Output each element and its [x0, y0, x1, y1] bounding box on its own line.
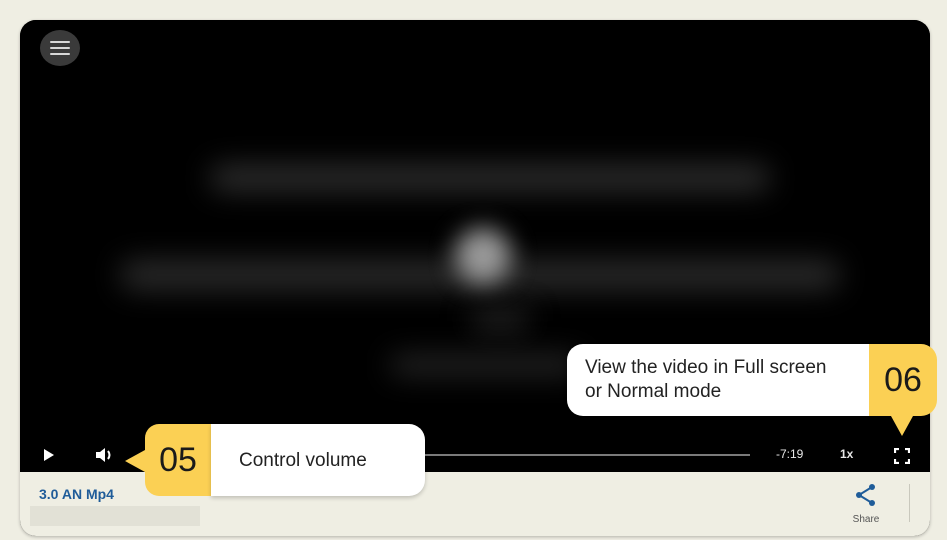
share-label: Share	[852, 514, 880, 525]
share-button[interactable]: Share	[846, 480, 886, 526]
callout-number: 05	[145, 424, 211, 496]
blurred-content	[390, 355, 580, 375]
hamburger-menu-icon	[50, 41, 70, 55]
blurred-content	[210, 165, 770, 191]
play-icon[interactable]	[44, 449, 54, 461]
volume-icon[interactable]	[94, 446, 116, 464]
callout-text-line2: or Normal mode	[585, 381, 722, 402]
callout-volume: 05 Control volume	[125, 424, 425, 496]
progress-bar[interactable]	[420, 454, 750, 456]
callout-text-line1: View the video in Full screen	[585, 357, 827, 378]
divider	[909, 484, 910, 522]
callout-pointer	[891, 416, 913, 436]
playback-speed-button[interactable]: 1x	[840, 447, 853, 461]
blurred-subtitle	[30, 506, 200, 526]
video-title[interactable]: 3.0 AN Mp4	[39, 486, 114, 502]
share-icon	[856, 484, 875, 506]
blurred-content	[455, 228, 511, 284]
callout-number: 06	[869, 344, 937, 416]
callout-text: View the video in Full screen or Normal …	[585, 356, 827, 404]
blurred-content	[470, 310, 530, 330]
fullscreen-icon[interactable]	[894, 448, 910, 464]
callout-text: Control volume	[239, 450, 367, 471]
time-remaining: -7:19	[776, 447, 804, 461]
callout-fullscreen: View the video in Full screen or Normal …	[567, 344, 937, 436]
callout-box: Control volume	[211, 424, 425, 496]
callout-pointer	[125, 450, 145, 472]
callout-box: View the video in Full screen or Normal …	[567, 344, 869, 416]
menu-button[interactable]	[40, 30, 80, 66]
